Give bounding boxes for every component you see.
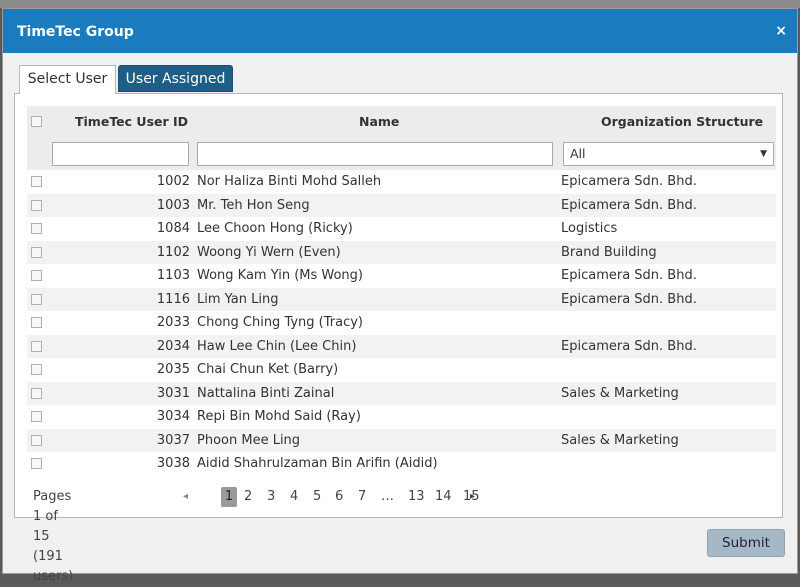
select-user-dialog: TimeTec Group × Select User User Assigne…	[2, 8, 798, 584]
user-id-cell: 1116	[156, 291, 190, 307]
organization-cell: Epicamera Sdn. Bhd.	[561, 174, 697, 189]
table-row[interactable]: 3038 Aidid Shahrulzaman Bin Arifin (Aidid…	[27, 452, 776, 476]
user-grid: TimeTec User ID Name Organization Struct…	[27, 106, 776, 476]
user-id-cell: 3038	[156, 456, 190, 471]
table-row[interactable]: 1084 Lee Choon Hong (Ricky) Logistics	[27, 217, 776, 241]
chevron-down-icon: ▼	[760, 149, 767, 159]
close-icon[interactable]: ×	[775, 9, 787, 53]
table-row[interactable]: 2035 Chai Chun Ket (Barry)	[27, 358, 776, 382]
grid-body: 1002 Nor Haliza Binti Mohd Salleh Epicamer…	[27, 170, 776, 476]
organization-cell: Sales & Marketing	[561, 385, 679, 401]
table-row[interactable]: 1002 Nor Haliza Binti Mohd Salleh Epicamer…	[27, 170, 776, 194]
user-name-cell: Phoon Mee Ling	[197, 432, 301, 448]
select-all-checkbox[interactable]	[31, 116, 42, 127]
user-name-cell: Lee Choon Hong (Ricky)	[197, 221, 353, 236]
user-id-cell: 1103	[156, 268, 190, 283]
tab-panel: TimeTec User ID Name Organization Struct…	[14, 93, 783, 584]
grid-header: TimeTec User ID Name Organization Struct…	[27, 106, 776, 138]
submit-button[interactable]: Submit	[707, 529, 785, 557]
dialog-titlebar: TimeTec Group ×	[3, 9, 797, 53]
user-name-cell: Nor Haliza Binti Mohd Salleh	[197, 174, 382, 189]
page-link[interactable]: 4	[290, 487, 298, 507]
tab-select-user[interactable]: Select User	[19, 65, 116, 94]
next-page-icon[interactable]: ▸	[470, 487, 475, 507]
user-name-cell: Haw Lee Chin (Lee Chin)	[197, 338, 357, 354]
user-id-cell: 2035	[156, 362, 190, 377]
page-link[interactable]: 7	[358, 487, 366, 507]
organization-cell: Brand Building	[561, 244, 657, 260]
table-row[interactable]: 3031 Nattalina Binti Zainal Sales & Market…	[27, 381, 776, 405]
page-link[interactable]: 13	[408, 487, 425, 507]
user-id-cell: 1002	[156, 174, 190, 189]
filter-row: All ▼	[27, 138, 776, 170]
pagination-ellipsis: …	[381, 489, 394, 504]
page-link[interactable]: 6	[335, 487, 343, 507]
page-backdrop	[0, 0, 800, 8]
table-row[interactable]: 1116 Lim Yan Ling Epicamera Sdn. Bhd.	[27, 287, 776, 311]
name-filter-input[interactable]	[197, 142, 553, 166]
user-name-cell: Chai Chun Ket (Barry)	[197, 362, 339, 377]
organization-cell: Epicamera Sdn. Bhd.	[561, 197, 697, 213]
page-link[interactable]: 2	[244, 487, 252, 507]
user-id-cell: 1084	[156, 221, 190, 236]
user-id-cell: 3031	[156, 385, 190, 401]
table-row[interactable]: 1003 Mr. Teh Hon Seng Epicamera Sdn. Bhd.	[27, 193, 776, 217]
user-name-cell: Mr. Teh Hon Seng	[197, 197, 310, 213]
user-name-cell: Woong Yi Wern (Even)	[197, 244, 341, 260]
tab-user-assigned[interactable]: User Assigned	[118, 65, 233, 92]
table-row[interactable]: 3037 Phoon Mee Ling Sales & Marketing	[27, 428, 776, 452]
previous-page-icon[interactable]: ◂	[183, 487, 188, 507]
organization-cell: Sales & Marketing	[561, 432, 679, 448]
column-header-organization: Organization Structure	[601, 114, 764, 129]
dialog-title: TimeTec Group	[17, 24, 134, 40]
table-row[interactable]: 2033 Chong Ching Tyng (Tracy)	[27, 311, 776, 335]
user-name-cell: Nattalina Binti Zainal	[197, 385, 335, 401]
organization-cell: Epicamera Sdn. Bhd.	[561, 291, 697, 307]
organization-cell: Epicamera Sdn. Bhd.	[561, 268, 697, 283]
organization-filter-select[interactable]: All ▼	[563, 142, 774, 166]
table-row[interactable]: 1102 Woong Yi Wern (Even) Brand Building	[27, 240, 776, 264]
page-link[interactable]: 1	[221, 487, 237, 507]
page-link[interactable]: 5	[313, 487, 321, 507]
user-id-cell: 3037	[156, 432, 190, 448]
table-row[interactable]: 2034 Haw Lee Chin (Lee Chin) Epicamera Sdn…	[27, 334, 776, 358]
user-name-cell: Lim Yan Ling	[197, 291, 279, 307]
user-name-cell: Wong Kam Yin (Ms Wong)	[197, 268, 363, 283]
table-row[interactable]: 1103 Wong Kam Yin (Ms Wong) Epicamera Sdn.…	[27, 264, 776, 288]
pagination-summary: Pages 1 of 15 (191 users)	[33, 489, 74, 584]
user-id-cell: 1102	[156, 244, 190, 260]
user-id-cell: 3034	[156, 409, 190, 424]
column-header-user-id: TimeTec User ID	[75, 114, 189, 129]
user-id-cell: 2034	[156, 338, 190, 354]
user-name-cell: Aidid Shahrulzaman Bin Arifin (Aidid)	[197, 456, 438, 471]
user-name-cell: Chong Ching Tyng (Tracy)	[197, 315, 364, 330]
organization-filter-value: All	[570, 146, 586, 161]
user-id-cell: 2033	[156, 315, 190, 330]
column-header-name: Name	[359, 114, 400, 129]
page-link[interactable]: 14	[435, 487, 452, 507]
organization-cell: Logistics	[561, 221, 618, 236]
user-id-cell: 1003	[156, 197, 190, 213]
table-row[interactable]: 3034 Repi Bin Mohd Said (Ray)	[27, 405, 776, 429]
organization-cell: Epicamera Sdn. Bhd.	[561, 338, 697, 354]
page-link[interactable]: 3	[267, 487, 275, 507]
user-name-cell: Repi Bin Mohd Said (Ray)	[197, 409, 361, 424]
user-id-filter-input[interactable]	[52, 142, 189, 166]
